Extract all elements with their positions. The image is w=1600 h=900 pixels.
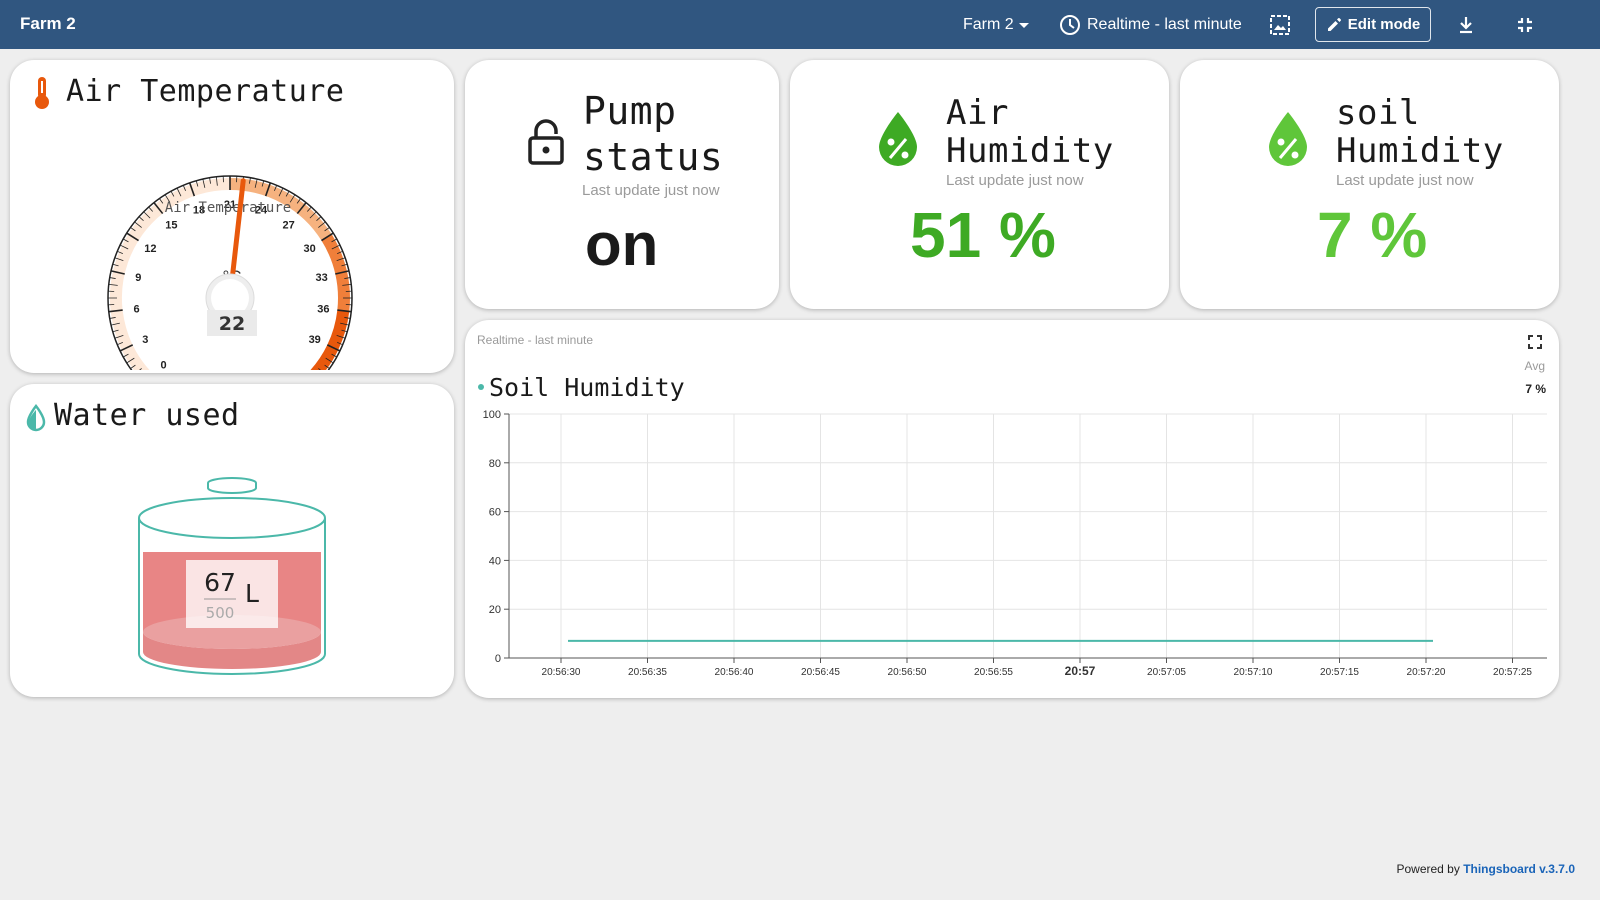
- footer: Powered by Thingsboard v.3.7.0: [1396, 862, 1575, 876]
- air-temperature-title: Air Temperature: [66, 74, 345, 109]
- air-humidity-title: Air Humidity: [946, 94, 1114, 170]
- air-humidity-title-line1: Air: [946, 93, 1009, 133]
- gauge-value: 22: [219, 313, 245, 335]
- download-icon: [1460, 16, 1472, 33]
- air-temperature-card: Air Temperature 0 3 6 9 12 15 18 21 24 27 30 33 36 39…: [10, 60, 454, 373]
- gauge-tick-label: 3: [142, 334, 148, 346]
- export-image-button[interactable]: [1269, 0, 1291, 49]
- water-used-card: Water used 67 500 L: [10, 384, 454, 697]
- soil-humidity-value: 7 %: [1317, 199, 1428, 271]
- chart-x-ticks: 20:56:30 20:56:35 20:56:40 20:56:45 20:56:50…: [542, 658, 1532, 678]
- x-tick-label: 20:57:25: [1493, 667, 1532, 678]
- water-units: L: [245, 579, 259, 608]
- entity-select[interactable]: Farm 2: [963, 0, 1034, 49]
- pump-status-card: Pump status Last update just now on: [465, 60, 779, 309]
- exit-fullscreen-button[interactable]: [1515, 0, 1535, 49]
- x-tick-label: 20:57:05: [1147, 667, 1186, 678]
- soil-humidity-title-line1: soil: [1336, 93, 1420, 133]
- clock-icon: [1060, 14, 1080, 35]
- pump-last-update: Last update just now: [582, 182, 720, 199]
- x-tick-label: 20:56:40: [715, 667, 754, 678]
- image-export-icon: [1270, 14, 1290, 35]
- y-tick-label: 40: [489, 555, 501, 567]
- lock-open-icon: [528, 119, 564, 165]
- x-tick-label: 20:56:50: [888, 667, 927, 678]
- soil-humidity-last-update: Last update just now: [1336, 172, 1474, 189]
- gauge-tick-label: 6: [134, 304, 140, 316]
- gauge-tick-label: 15: [165, 220, 177, 232]
- temperature-gauge: 0369121518 21 242730333639 Air Temperature…: [107, 175, 353, 370]
- air-humidity-value: 51 %: [910, 199, 1056, 271]
- gauge-tick-label: 33: [316, 272, 328, 284]
- timewindow-label: Realtime - last minute: [1087, 15, 1242, 33]
- top-toolbar: Farm 2 Farm 2 Realtime - last minute Edi…: [0, 0, 1600, 49]
- water-drop-icon: [26, 404, 46, 432]
- soil-humidity-title-line2: Humidity: [1336, 131, 1504, 171]
- x-tick-label: 20:57:10: [1234, 667, 1273, 678]
- x-tick-label: 20:57: [1065, 664, 1096, 678]
- y-tick-label: 80: [489, 458, 501, 470]
- edit-mode-label: Edit mode: [1347, 16, 1421, 33]
- gauge-tick-label: 9: [135, 272, 141, 284]
- line-chart: 020406080100 20:56:30 20:56:35 20:56:40 20:…: [483, 409, 1547, 678]
- fullscreen-exit-icon: [1518, 17, 1532, 32]
- pump-title-line1: Pump: [583, 89, 677, 133]
- gauge-tick-label: 30: [303, 243, 315, 255]
- x-tick-label: 20:57:20: [1407, 667, 1446, 678]
- timewindow-button[interactable]: Realtime - last minute: [1059, 0, 1242, 49]
- soil-humidity-title: soil Humidity: [1336, 94, 1504, 170]
- pencil-icon: [1327, 17, 1341, 31]
- water-capacity: 500: [206, 604, 235, 622]
- x-tick-label: 20:57:15: [1320, 667, 1359, 678]
- air-humidity-title-line2: Humidity: [946, 131, 1114, 171]
- caret-down-icon: [1018, 22, 1029, 28]
- gauge-label: Air Temperature: [165, 200, 291, 216]
- gauge-tick-label: 27: [282, 220, 294, 232]
- soil-humidity-card: soil Humidity Last update just now 7 %: [1180, 60, 1559, 309]
- y-tick-label: 60: [489, 507, 501, 519]
- dashboard-title: Farm 2: [20, 14, 76, 33]
- x-tick-label: 20:56:30: [542, 667, 581, 678]
- pump-title-line2: status: [583, 135, 724, 179]
- soil-humidity-chart-card: Realtime - last minute Avg 7 % Soil Humi…: [465, 320, 1559, 698]
- gauge-tick-label: 0: [160, 359, 166, 370]
- y-tick-label: 0: [495, 653, 501, 665]
- x-tick-label: 20:56:55: [974, 667, 1013, 678]
- air-humidity-last-update: Last update just now: [946, 172, 1084, 189]
- chart-grid: [508, 413, 1547, 659]
- y-tick-label: 100: [483, 409, 501, 421]
- humidity-drop-icon: [1269, 112, 1307, 166]
- pump-title: Pump status: [583, 88, 723, 180]
- download-button[interactable]: [1456, 0, 1476, 49]
- x-tick-label: 20:56:45: [801, 667, 840, 678]
- gauge-tick-label: 36: [317, 304, 329, 316]
- edit-mode-button[interactable]: Edit mode: [1315, 7, 1431, 42]
- x-tick-label: 20:56:35: [628, 667, 667, 678]
- thermometer-icon: [35, 77, 49, 109]
- y-tick-label: 20: [489, 604, 501, 616]
- gauge-tick-label: 12: [144, 243, 156, 255]
- water-value: 67: [204, 568, 236, 597]
- air-humidity-card: Air Humidity Last update just now 51 %: [790, 60, 1169, 309]
- footer-brand-link[interactable]: Thingsboard v.3.7.0: [1463, 862, 1575, 876]
- water-tank: 67 500 L: [138, 477, 326, 675]
- water-used-title: Water used: [54, 398, 240, 433]
- pump-value: on: [585, 211, 659, 278]
- gauge-tick-label: 39: [309, 334, 321, 346]
- footer-prefix: Powered by: [1396, 862, 1460, 876]
- humidity-drop-icon: [879, 112, 917, 166]
- chart-y-ticks: 0 20 40 60 80 100: [483, 409, 509, 665]
- entity-select-label: Farm 2: [963, 15, 1014, 33]
